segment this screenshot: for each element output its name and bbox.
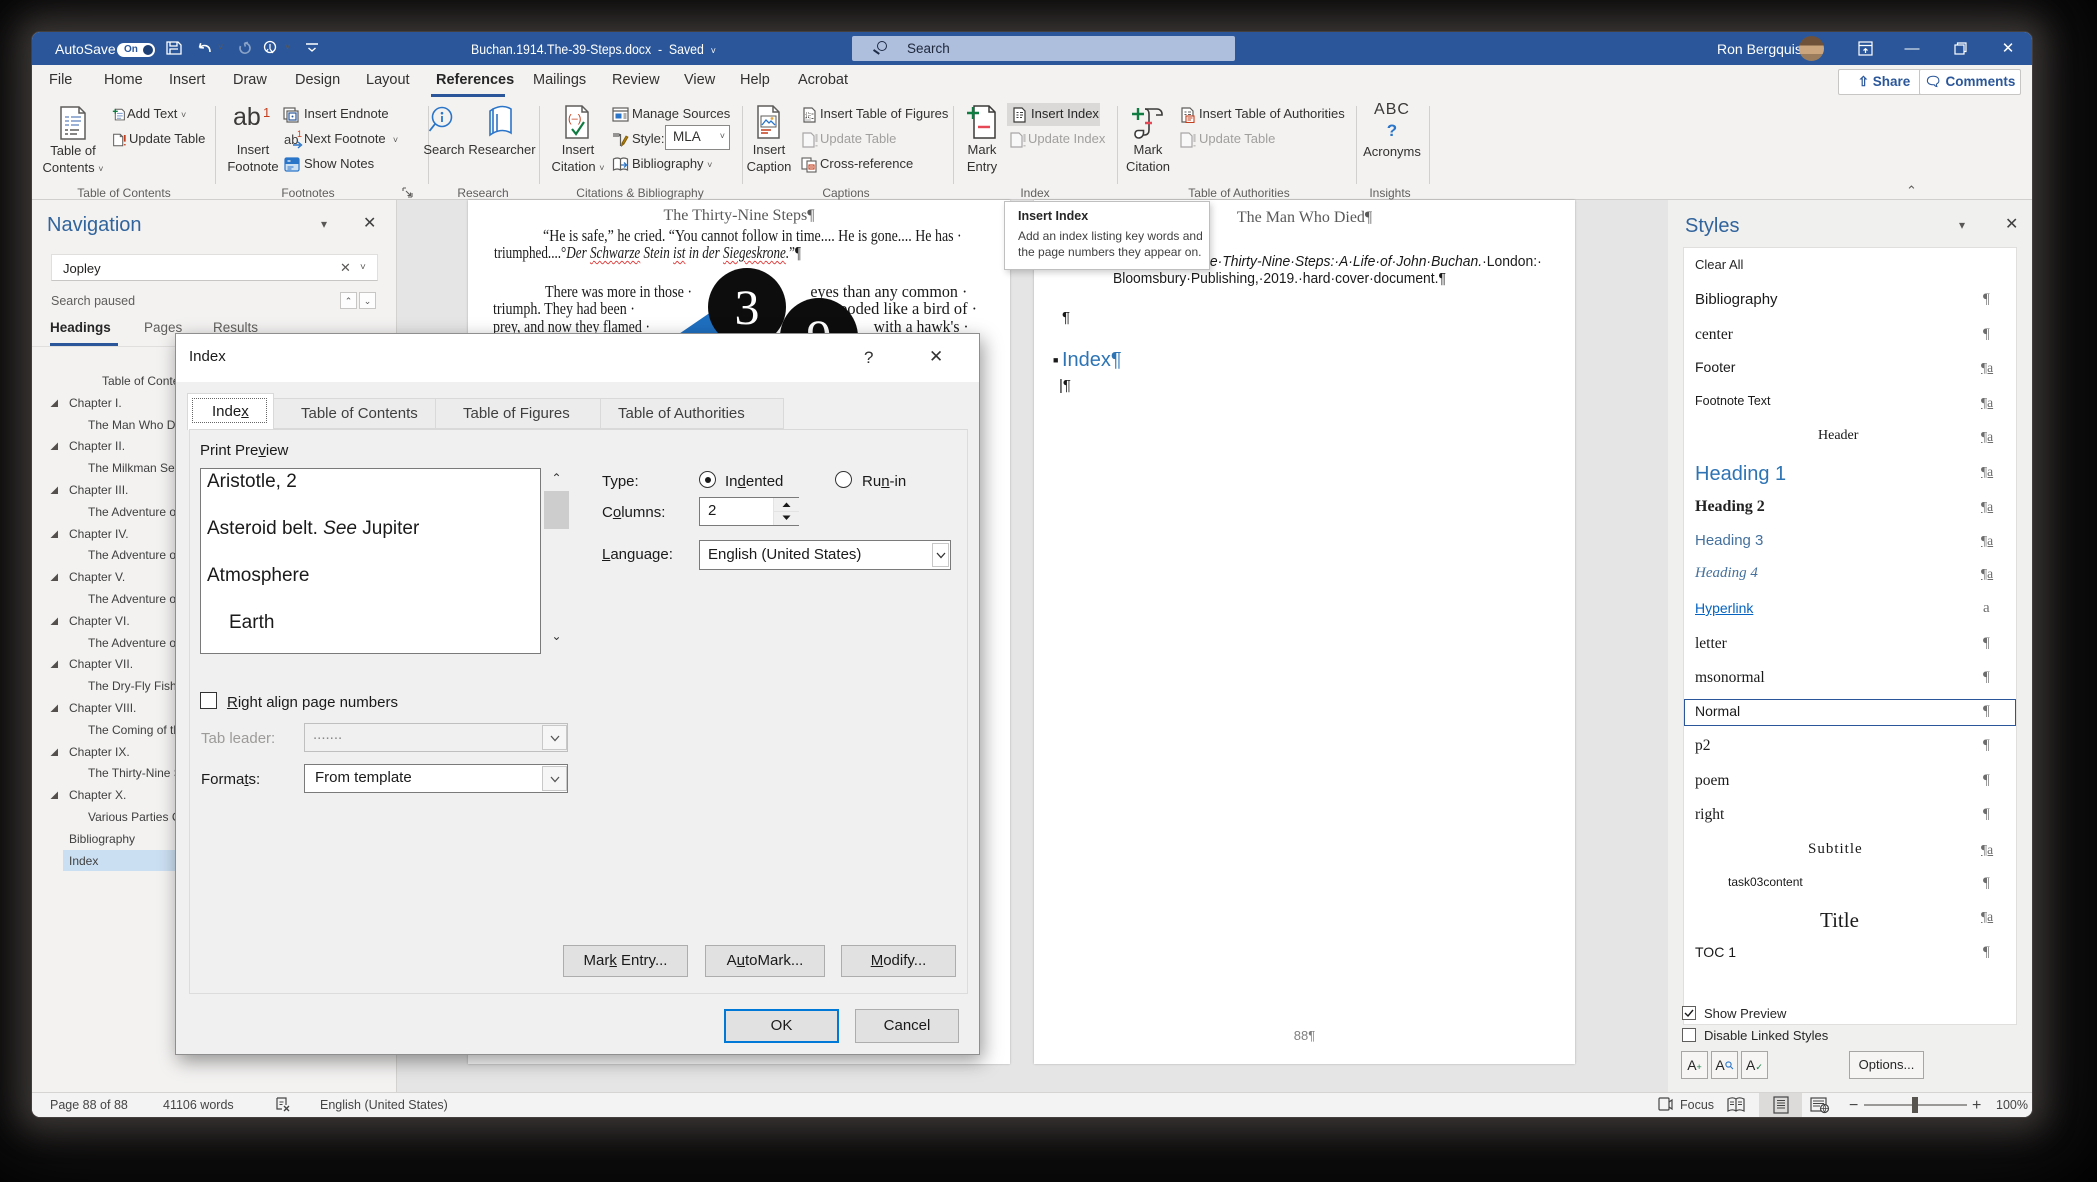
svg-text:3: 3 [735,279,760,335]
svg-text:(–): (–) [568,113,581,125]
